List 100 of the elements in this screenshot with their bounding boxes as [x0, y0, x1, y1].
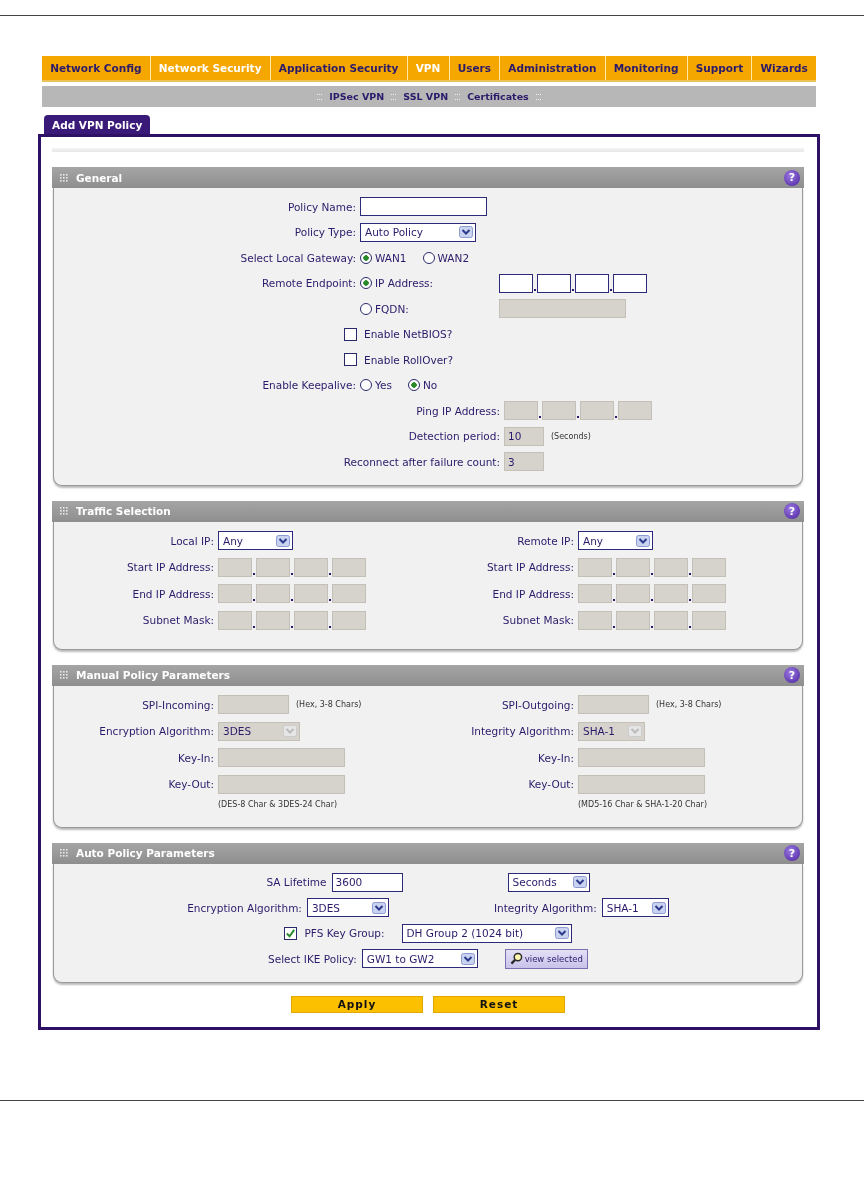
- help-button[interactable]: ?: [784, 169, 800, 186]
- radio-button[interactable]: [360, 251, 372, 264]
- dropdown[interactable]: DH Group 2 (1024 bit): [401, 923, 572, 943]
- field-label: Select Local Gateway:: [239, 251, 356, 264]
- checkbox[interactable]: [284, 926, 298, 940]
- field-label: Subnet Mask:: [141, 614, 214, 627]
- radio-option[interactable]: IP Address:: [360, 277, 485, 290]
- radio-option[interactable]: WAN1: [360, 251, 407, 264]
- field-label: Enable Keepalive:: [261, 379, 356, 392]
- radio-button[interactable]: [407, 379, 420, 392]
- field-label: Local IP:: [169, 534, 214, 547]
- bullet-icon: [455, 93, 461, 100]
- checkbox[interactable]: [344, 353, 357, 367]
- chevron-icon: [572, 876, 587, 889]
- bullet-icon: [391, 93, 397, 100]
- grip-icon: [60, 671, 68, 679]
- field-label: SPI-Outgoing:: [500, 698, 574, 711]
- field-label: SA Lifetime: [266, 876, 327, 889]
- field-label: Integrity Algorithm:: [493, 901, 597, 914]
- chevron-icon: [460, 952, 475, 965]
- hint-text: (DES-8 Char & 3DES-24 Char): [218, 800, 338, 809]
- field-label: Detection period:: [407, 430, 500, 443]
- grip-icon: [60, 173, 68, 182]
- chevron-icon: [554, 927, 569, 940]
- field-label: Integrity Algorithm:: [470, 725, 574, 738]
- sub-nav-link[interactable]: SSL VPN: [403, 91, 449, 102]
- chevron-icon: [276, 534, 290, 547]
- radio-option[interactable]: WAN2: [422, 251, 470, 264]
- page-tab[interactable]: Add VPN Policy: [44, 115, 151, 134]
- ip-octet-field[interactable]: [537, 273, 571, 293]
- bullet-icon: [535, 93, 541, 100]
- nav-tab[interactable]: Support: [686, 56, 752, 80]
- bullet-icon: [317, 93, 323, 100]
- chevron-icon: [628, 725, 642, 738]
- field-label: Encryption Algorithm:: [98, 725, 214, 738]
- help-button[interactable]: ?: [784, 845, 800, 861]
- field-label: Key-In:: [537, 751, 574, 764]
- radio-option[interactable]: No: [407, 379, 438, 392]
- field-label: Subnet Mask:: [501, 614, 574, 627]
- form-button[interactable]: Reset: [433, 995, 565, 1013]
- section-title: Manual Policy Parameters: [76, 669, 232, 681]
- radio-option[interactable]: FQDN:: [360, 302, 485, 315]
- dropdown[interactable]: SHA-1: [601, 898, 669, 918]
- field-label: Ping IP Address:: [415, 404, 500, 417]
- field-label: Key-In:: [177, 751, 214, 764]
- dropdown[interactable]: GW1 to GW2: [361, 949, 478, 969]
- radio-option[interactable]: Yes: [360, 379, 392, 392]
- ip-octet-field[interactable]: [499, 273, 533, 293]
- checkbox-option[interactable]: PFS Key Group:: [284, 926, 385, 940]
- view-selected-button[interactable]: view selected: [504, 948, 588, 969]
- text-field[interactable]: [360, 197, 487, 217]
- nav-tab[interactable]: Monitoring: [604, 56, 687, 80]
- radio-button[interactable]: [360, 379, 372, 392]
- field-label: SPI-Incoming:: [141, 698, 214, 711]
- checkbox-option[interactable]: Enable NetBIOS?: [344, 327, 453, 341]
- radio-button[interactable]: [360, 277, 372, 290]
- hint-text: (Hex, 3-8 Chars): [656, 700, 722, 710]
- field-label: End IP Address:: [131, 587, 214, 600]
- field-label: Start IP Address:: [125, 561, 214, 574]
- dropdown[interactable]: Auto Policy: [360, 222, 476, 242]
- chevron-icon: [459, 226, 473, 239]
- section-title: General: [76, 171, 124, 184]
- nav-tab[interactable]: Wizards: [751, 56, 816, 80]
- help-button[interactable]: ?: [784, 667, 800, 683]
- hint-text: (Hex, 3-8 Chars): [296, 700, 362, 710]
- hint-text: (MD5-16 Char & SHA-1-20 Char): [578, 800, 707, 809]
- chevron-icon: [636, 534, 650, 547]
- ip-octet-field[interactable]: [613, 273, 647, 293]
- section-title: Auto Policy Parameters: [76, 847, 216, 859]
- text-field[interactable]: 3600: [331, 872, 403, 892]
- hint-text: (Seconds): [551, 431, 591, 441]
- checkbox[interactable]: [344, 327, 357, 341]
- radio-button[interactable]: [422, 251, 435, 264]
- dropdown[interactable]: 3DES: [306, 898, 389, 918]
- field-label: Policy Type:: [293, 226, 356, 239]
- dropdown[interactable]: Any: [578, 531, 653, 551]
- field-label: Policy Name:: [286, 200, 356, 213]
- dropdown[interactable]: Seconds: [507, 872, 590, 892]
- nav-tab[interactable]: Application Security: [269, 56, 407, 80]
- field-label: Key-Out:: [527, 778, 574, 791]
- grip-icon: [60, 849, 68, 857]
- radio-button[interactable]: [360, 302, 372, 315]
- dropdown[interactable]: Any: [218, 531, 293, 551]
- field-label: Reconnect after failure count:: [342, 455, 500, 468]
- check-icon: [285, 927, 297, 939]
- nav-tab[interactable]: Administration: [499, 56, 605, 80]
- sub-nav-link[interactable]: Certificates: [467, 91, 529, 102]
- chevron-icon: [371, 901, 386, 914]
- sub-nav-link[interactable]: IPSec VPN: [329, 91, 385, 102]
- field-label: Start IP Address:: [485, 561, 574, 574]
- ip-octet-field[interactable]: [575, 273, 609, 293]
- help-button[interactable]: ?: [784, 503, 800, 519]
- magnifier-icon: [509, 952, 523, 966]
- nav-tab[interactable]: Users: [448, 56, 500, 80]
- field-label: Key-Out:: [167, 778, 214, 791]
- chevron-icon: [283, 725, 297, 738]
- field-label: Encryption Algorithm:: [187, 901, 302, 914]
- form-button[interactable]: Apply: [291, 995, 423, 1013]
- nav-tab[interactable]: Network Config: [42, 56, 150, 80]
- checkbox-option[interactable]: Enable RollOver?: [344, 353, 453, 367]
